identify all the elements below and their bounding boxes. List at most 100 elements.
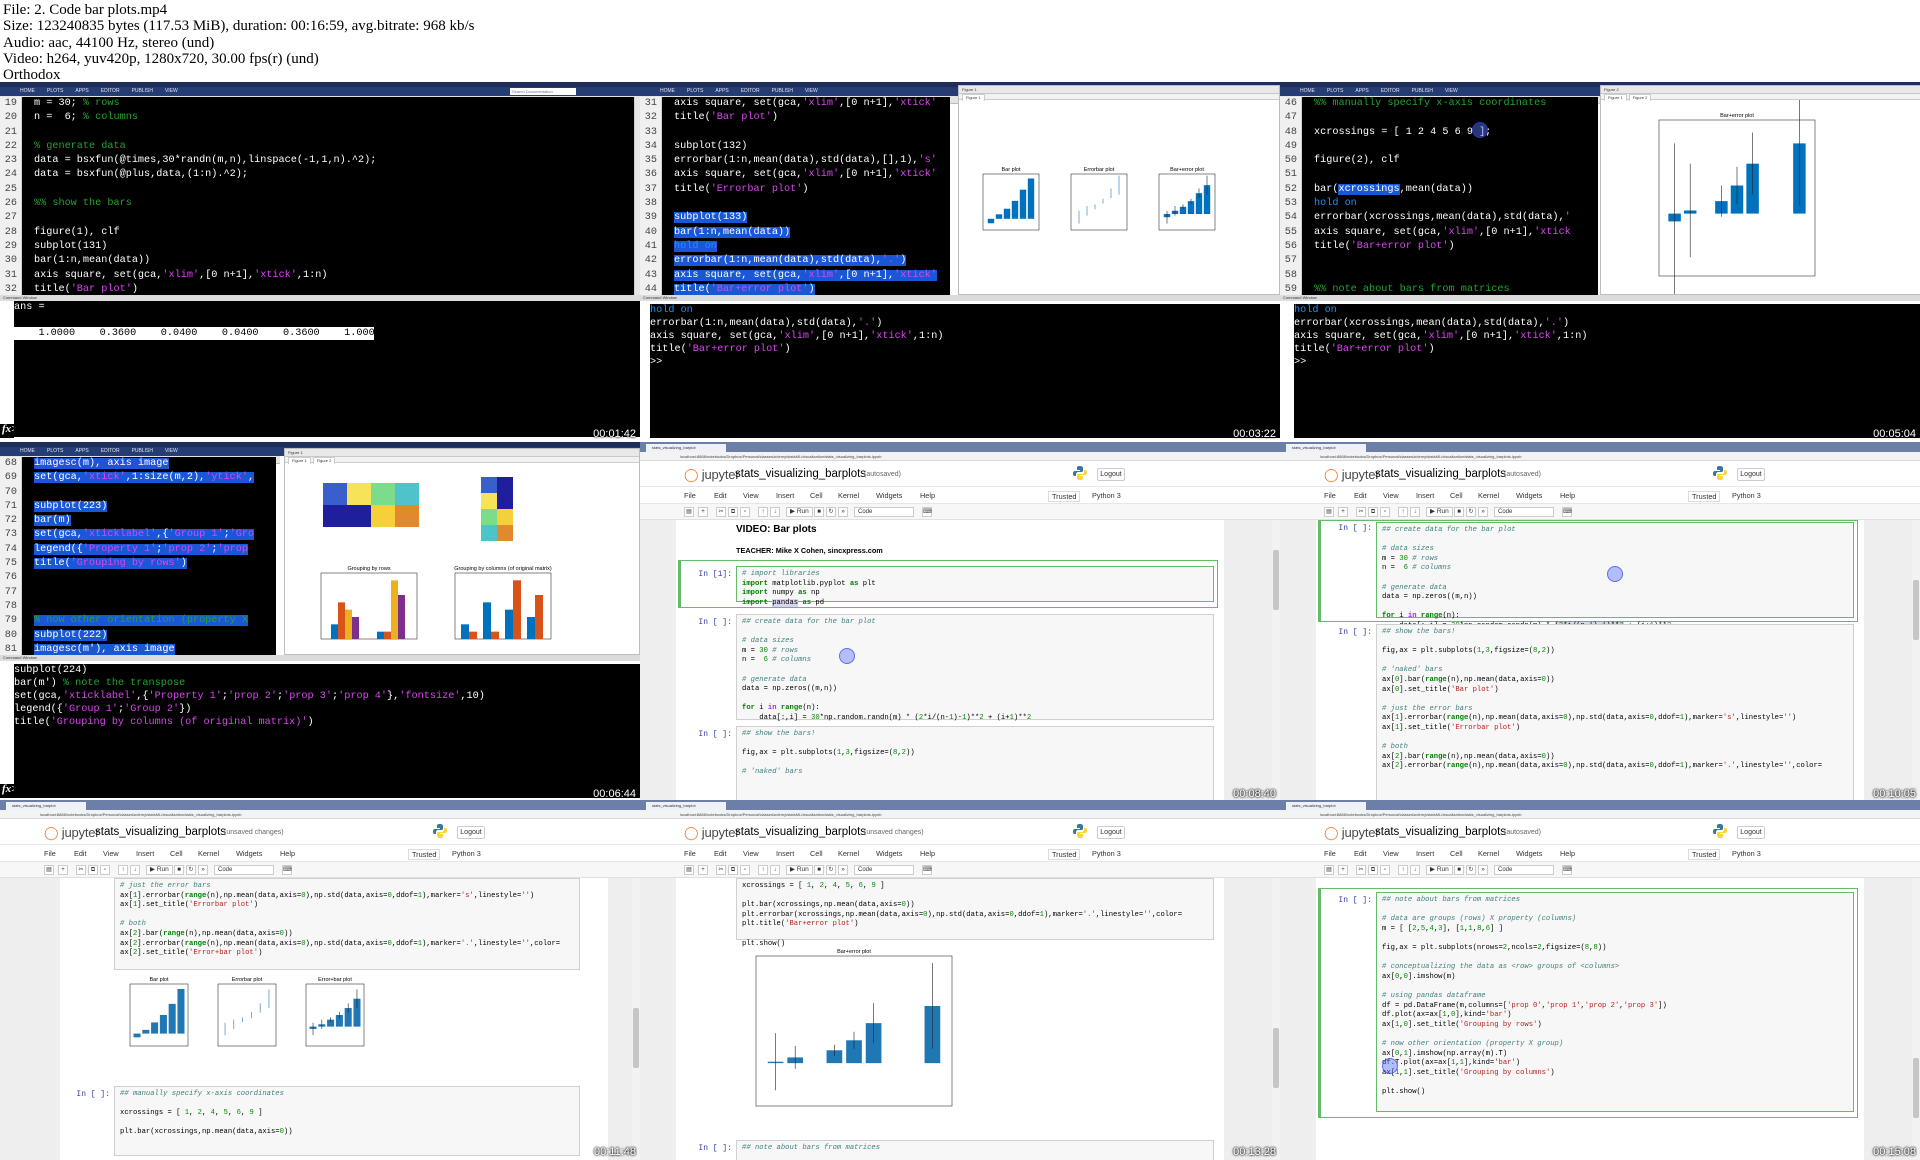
move-down-icon[interactable]: ↓ [1410, 865, 1420, 875]
menu-insert[interactable]: Insert [776, 849, 794, 858]
address-bar[interactable]: localhost:8888/notebooks/Dropbox/Persona… [640, 810, 1280, 819]
tab-home[interactable]: HOME [1300, 87, 1315, 96]
jupyter-logo[interactable]: ◯ jupyter [1324, 467, 1380, 483]
matlab-editor[interactable]: 31 32 33 34 35 36 37 38 39 40 41 42 43 4… [640, 97, 950, 295]
copy-icon[interactable]: ⧉ [728, 507, 738, 517]
address-bar[interactable]: localhost:8888/notebooks/Dropbox/Persona… [1280, 452, 1920, 461]
menu-insert[interactable]: Insert [776, 491, 794, 500]
menu-kernel[interactable]: Kernel [838, 491, 859, 500]
browser-tab[interactable]: stats_visualizing_barplot [1286, 802, 1366, 810]
menu-edit[interactable]: Edit [1354, 491, 1367, 500]
save-icon[interactable]: ▤ [1324, 865, 1334, 875]
restart-icon[interactable]: ↻ [826, 507, 836, 517]
page-scrollbar[interactable] [1272, 878, 1280, 1160]
menu-insert[interactable]: Insert [1416, 849, 1434, 858]
fast-forward-icon[interactable]: » [1478, 507, 1488, 517]
notebook-name[interactable]: stats_visualizing_barplots [1375, 468, 1506, 480]
logout-button[interactable]: Logout [1737, 826, 1765, 839]
tab-view[interactable]: VIEW [165, 87, 178, 96]
keyboard-icon[interactable]: ⌨ [922, 865, 932, 875]
logout-button[interactable]: Logout [1097, 826, 1125, 839]
restart-icon[interactable]: ↻ [186, 865, 196, 875]
tab-home[interactable]: HOME [20, 87, 35, 96]
jupyter-logo[interactable]: ◯ jupyter [684, 467, 740, 483]
tab-home[interactable]: HOME [660, 87, 675, 96]
cut-icon[interactable]: ✂ [1356, 865, 1366, 875]
cut-icon[interactable]: ✂ [76, 865, 86, 875]
logout-button[interactable]: Logout [1737, 468, 1765, 481]
cell-input[interactable]: # import libraries import matplotlib.pyp… [736, 566, 1214, 607]
tab-editor[interactable]: EDITOR [741, 87, 760, 96]
menu-edit[interactable]: Edit [1354, 849, 1367, 858]
move-down-icon[interactable]: ↓ [1410, 507, 1420, 517]
tab-editor[interactable]: EDITOR [101, 87, 120, 96]
keyboard-icon[interactable]: ⌨ [1562, 865, 1572, 875]
menu-kernel[interactable]: Kernel [198, 849, 219, 858]
menu-view[interactable]: View [103, 849, 119, 858]
fast-forward-icon[interactable]: » [198, 865, 208, 875]
add-cell-icon[interactable]: + [698, 865, 708, 875]
page-scrollbar[interactable] [1912, 520, 1920, 802]
notebook-name[interactable]: stats_visualizing_barplots [1375, 826, 1506, 838]
menu-help[interactable]: Help [1560, 849, 1575, 858]
menu-widgets[interactable]: Widgets [876, 849, 902, 858]
menu-help[interactable]: Help [1560, 491, 1575, 500]
menu-widgets[interactable]: Widgets [876, 491, 902, 500]
page-scrollbar[interactable] [632, 878, 640, 1160]
restart-icon[interactable]: ↻ [1466, 865, 1476, 875]
move-down-icon[interactable]: ↓ [770, 507, 780, 517]
trusted-badge[interactable]: Trusted [1048, 849, 1081, 860]
address-bar[interactable]: localhost:8888/notebooks/Dropbox/Persona… [0, 810, 640, 819]
logout-button[interactable]: Logout [1097, 468, 1125, 481]
save-icon[interactable]: ▤ [44, 865, 54, 875]
menu-edit[interactable]: Edit [714, 491, 727, 500]
jupyter-logo[interactable]: ◯ jupyter [1324, 825, 1380, 841]
address-bar[interactable]: localhost:8888/notebooks/Dropbox/Persona… [1280, 810, 1920, 819]
browser-tab[interactable]: stats_visualizing_barplot [6, 802, 86, 810]
tab-apps[interactable]: APPS [1355, 87, 1368, 96]
stop-icon[interactable]: ■ [174, 865, 184, 875]
menu-help[interactable]: Help [280, 849, 295, 858]
tab-plots[interactable]: PLOTS [47, 87, 63, 96]
add-cell-icon[interactable]: + [1338, 865, 1348, 875]
menu-view[interactable]: View [1383, 491, 1399, 500]
menu-view[interactable]: View [743, 491, 759, 500]
cell-input[interactable]: ## show the bars! fig,ax = plt.subplots(… [1376, 624, 1854, 802]
menu-file[interactable]: File [684, 491, 696, 500]
tab-publish[interactable]: PUBLISH [132, 87, 153, 96]
menu-file[interactable]: File [1324, 491, 1336, 500]
menu-kernel[interactable]: Kernel [1478, 849, 1499, 858]
fast-forward-icon[interactable]: » [838, 865, 848, 875]
stop-icon[interactable]: ■ [1454, 865, 1464, 875]
menu-widgets[interactable]: Widgets [236, 849, 262, 858]
save-icon[interactable]: ▤ [684, 865, 694, 875]
menu-insert[interactable]: Insert [1416, 491, 1434, 500]
command-window[interactable]: ans = 1.0000 0.3600 0.0400 0.0400 0.3600… [14, 301, 640, 437]
menu-file[interactable]: File [1324, 849, 1336, 858]
run-button[interactable]: ▶ Run [786, 865, 813, 875]
stop-icon[interactable]: ■ [1454, 507, 1464, 517]
move-up-icon[interactable]: ↑ [758, 865, 768, 875]
page-scrollbar[interactable] [1912, 878, 1920, 1160]
run-button[interactable]: ▶ Run [1426, 865, 1453, 875]
browser-tab[interactable]: stats_visualizing_barplot [646, 444, 726, 452]
notebook-name[interactable]: stats_visualizing_barplots [95, 826, 226, 838]
menu-kernel[interactable]: Kernel [838, 849, 859, 858]
save-icon[interactable]: ▤ [684, 507, 694, 517]
tab-editor[interactable]: EDITOR [1381, 87, 1400, 96]
menu-widgets[interactable]: Widgets [1516, 849, 1542, 858]
move-up-icon[interactable]: ↑ [758, 507, 768, 517]
cell-type-select[interactable]: Code [854, 507, 914, 517]
cell-input[interactable]: ## note about bars from matrices # data … [1376, 892, 1854, 1112]
notebook-name[interactable]: stats_visualizing_barplots [735, 826, 866, 838]
cut-icon[interactable]: ✂ [1356, 507, 1366, 517]
menu-file[interactable]: File [684, 849, 696, 858]
paste-icon[interactable]: ▫ [1380, 507, 1390, 517]
command-window[interactable]: hold on errorbar(1:n,mean(data),std(data… [650, 304, 1280, 438]
trusted-badge[interactable]: Trusted [408, 849, 441, 860]
cell-type-select[interactable]: Code [1494, 507, 1554, 517]
menu-cell[interactable]: Cell [170, 849, 183, 858]
menu-view[interactable]: View [743, 849, 759, 858]
cell-input[interactable]: xcrossings = [ 1, 2, 4, 5, 6, 9 ] plt.ba… [736, 878, 1214, 948]
run-button[interactable]: ▶ Run [146, 865, 173, 875]
